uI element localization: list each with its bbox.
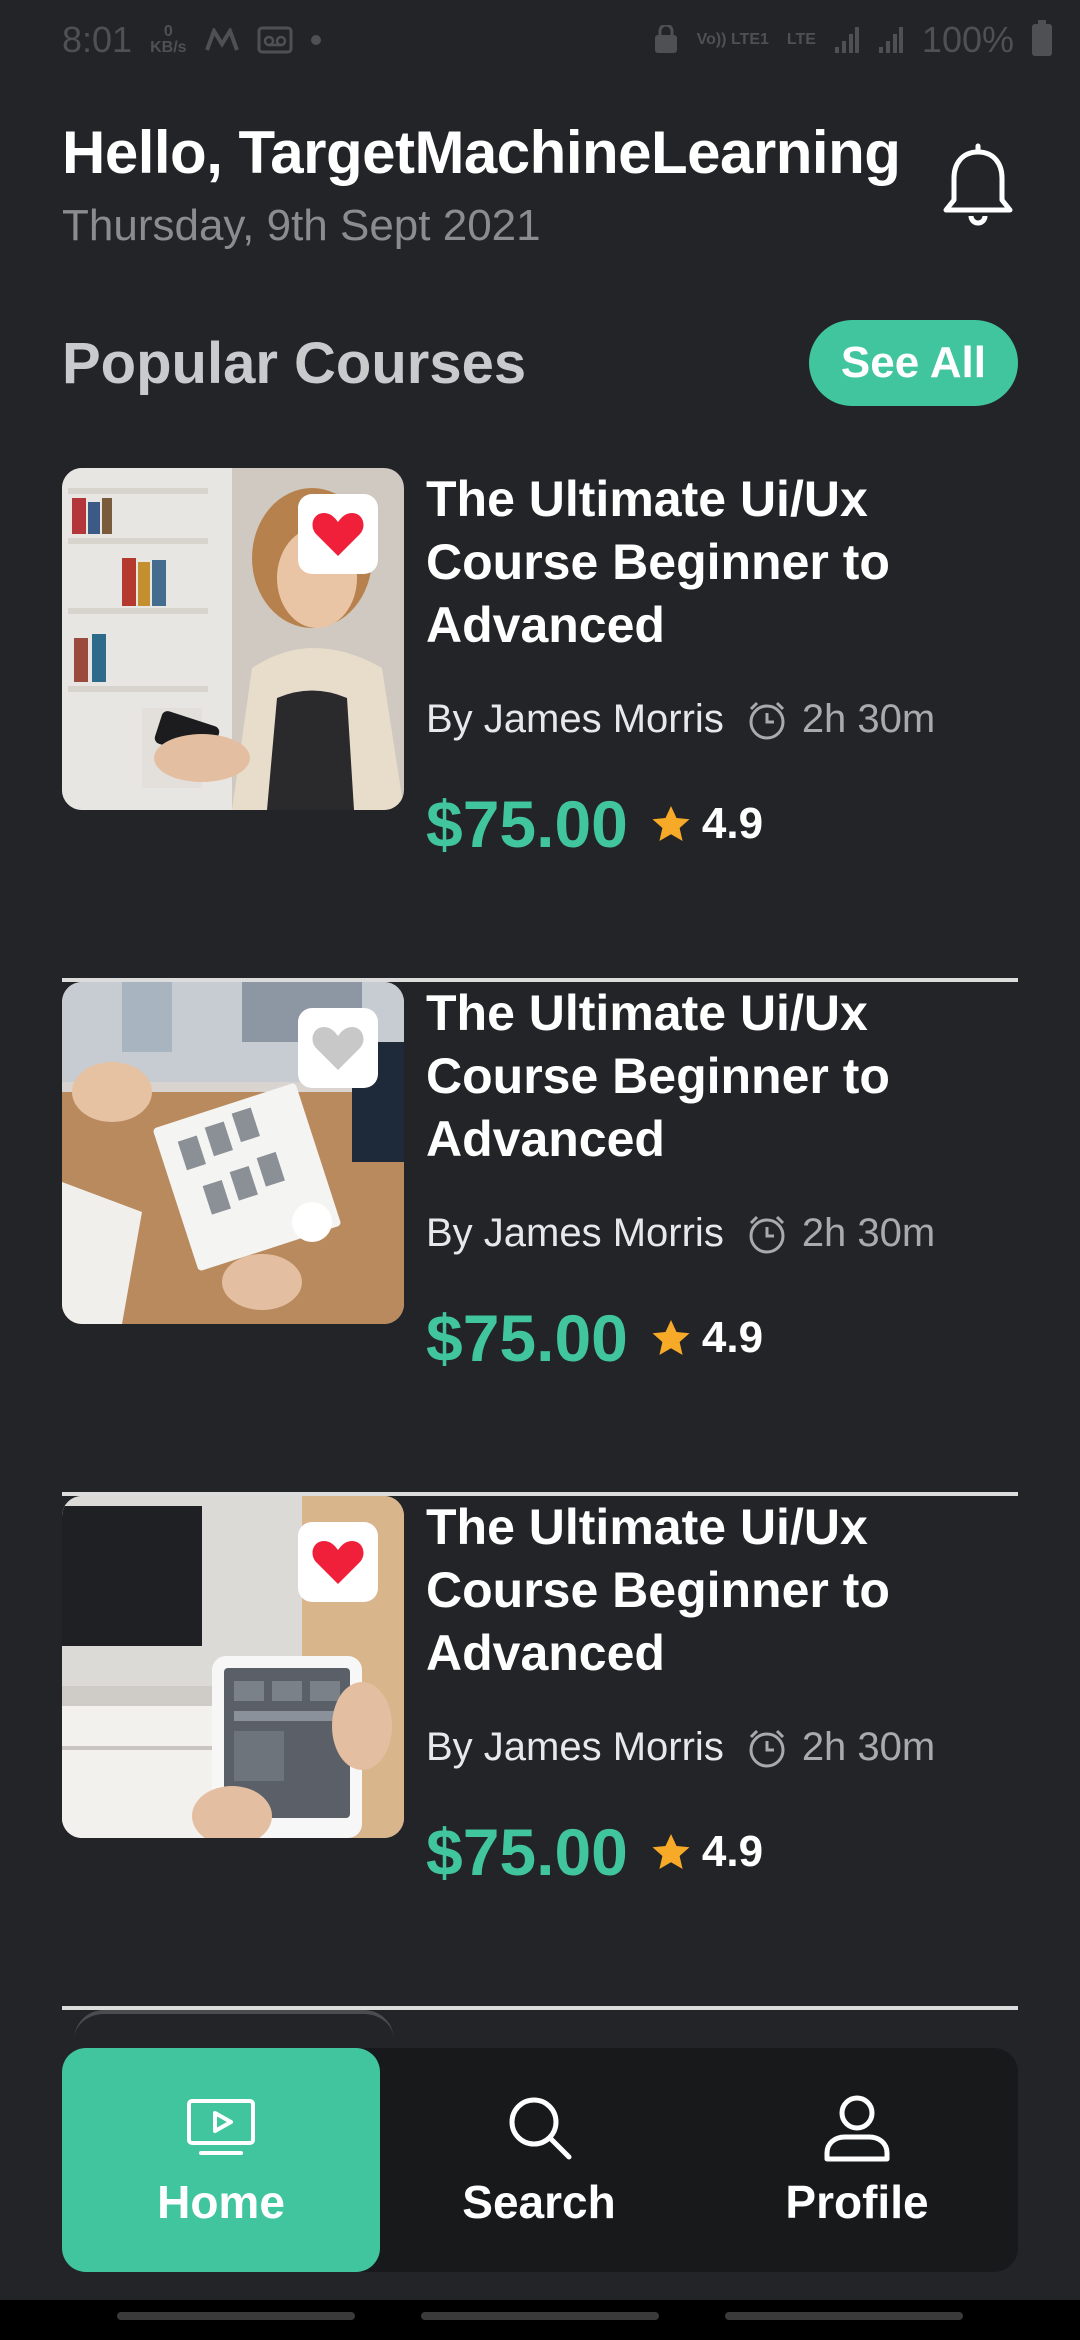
course-thumbnail[interactable] xyxy=(62,1496,404,1838)
signal-icon-2 xyxy=(878,25,904,55)
clock-icon xyxy=(749,1729,785,1767)
price-row: $75.00 4.9 xyxy=(426,786,1018,862)
volte-label: Vo)) LTE1 xyxy=(696,31,769,48)
course-price: $75.00 xyxy=(426,787,628,861)
greeting-title: Hello, TargetMachineLearning xyxy=(62,119,901,186)
favorite-button[interactable] xyxy=(298,494,378,574)
course-price: $75.00 xyxy=(426,1815,628,1889)
nav-home[interactable]: Home xyxy=(62,2048,380,2272)
current-date: Thursday, 9th Sept 2021 xyxy=(62,201,541,250)
course-duration: 2h 30m xyxy=(801,697,936,741)
heart-icon xyxy=(312,1541,364,1584)
course-rating: 4.9 xyxy=(701,799,764,848)
course-duration: 2h 30m xyxy=(801,1725,936,1769)
star-icon xyxy=(652,1320,690,1355)
status-right: Vo)) LTE1 LTE 100% xyxy=(653,19,1052,61)
course-meta: By James Morris 2h 30m xyxy=(426,697,1018,742)
course-info: The Ultimate Ui/Ux Course Beginner to Ad… xyxy=(426,468,1018,862)
favorite-button[interactable] xyxy=(298,1008,378,1088)
user-icon xyxy=(824,2095,890,2162)
gesture-handle[interactable] xyxy=(725,2312,963,2320)
course-title[interactable]: The Ultimate Ui/Ux Course Beginner to Ad… xyxy=(426,468,1018,657)
star-icon xyxy=(652,806,690,841)
course-author: By James Morris xyxy=(426,697,724,741)
course-card[interactable]: The Ultimate Ui/Ux Course Beginner to Ad… xyxy=(62,982,1018,1496)
gesture-handle[interactable] xyxy=(421,2312,659,2320)
notification-dot xyxy=(310,35,321,45)
course-info: The Ultimate Ui/Ux Course Beginner to Ad… xyxy=(426,982,1018,1376)
popular-courses-header: Popular Courses See All xyxy=(62,318,1018,408)
nav-profile-label: Profile xyxy=(785,2176,929,2228)
course-info: The Ultimate Ui/Ux Course Beginner to Ad… xyxy=(426,1496,1018,1890)
heart-icon xyxy=(312,513,364,556)
signal-icon-1 xyxy=(834,25,860,55)
course-card[interactable]: The Ultimate Ui/Ux Course Beginner to Ad… xyxy=(62,468,1018,982)
status-left: 8:01 0 KB/s xyxy=(62,19,321,61)
course-rating: 4.9 xyxy=(701,1827,764,1876)
course-author: By James Morris xyxy=(426,1211,724,1255)
network-speed-value: 0 xyxy=(163,23,173,40)
network-speed-unit: KB/s xyxy=(150,39,187,56)
play-screen-icon xyxy=(187,2099,255,2155)
nav-home-label: Home xyxy=(157,2176,285,2228)
lte-label: LTE xyxy=(786,31,816,48)
course-title[interactable]: The Ultimate Ui/Ux Course Beginner to Ad… xyxy=(426,982,1018,1171)
section-title: Popular Courses xyxy=(62,330,527,396)
course-thumbnail[interactable] xyxy=(62,982,404,1324)
price-row: $75.00 4.9 xyxy=(426,1814,1018,1890)
course-price: $75.00 xyxy=(426,1301,628,1375)
see-all-button[interactable]: See All xyxy=(808,320,1018,406)
alarm-lock-icon xyxy=(653,25,679,55)
status-bar: 8:01 0 KB/s Vo)) LTE1 LTE 100% xyxy=(0,0,1080,80)
heart-outline-icon xyxy=(312,1027,364,1070)
status-time: 8:01 xyxy=(62,19,133,60)
course-rating: 4.9 xyxy=(701,1313,764,1362)
gesture-handle[interactable] xyxy=(117,2312,355,2320)
voicemail-icon xyxy=(257,26,293,54)
nav-search-label: Search xyxy=(462,2176,616,2228)
clock-icon xyxy=(749,701,785,739)
nav-profile[interactable]: Profile xyxy=(698,2048,1016,2272)
network-speed: 0 KB/s xyxy=(150,24,186,56)
course-meta: By James Morris 2h 30m xyxy=(426,1211,1018,1256)
nav-search[interactable]: Search xyxy=(380,2048,698,2272)
system-gesture-bar xyxy=(0,2300,1080,2340)
price-row: $75.00 4.9 xyxy=(426,1300,1018,1376)
course-thumbnail[interactable] xyxy=(62,468,404,810)
star-icon xyxy=(652,1834,690,1869)
battery-percent: 100% xyxy=(921,19,1014,60)
course-duration: 2h 30m xyxy=(801,1211,936,1255)
bell-icon[interactable] xyxy=(938,142,1018,230)
course-card[interactable]: The Ultimate Ui/Ux Course Beginner to Ad… xyxy=(62,1496,1018,2010)
m-app-icon xyxy=(204,28,239,52)
search-icon xyxy=(509,2097,572,2160)
battery-icon xyxy=(1032,20,1052,56)
next-course-card-peek xyxy=(74,2010,394,2050)
course-meta: By James Morris 2h 30m xyxy=(426,1725,1018,1770)
header: Hello, TargetMachineLearning Thursday, 9… xyxy=(62,118,1018,251)
course-list: The Ultimate Ui/Ux Course Beginner to Ad… xyxy=(62,468,1018,2010)
bottom-nav: Home Search Profile xyxy=(62,2048,1018,2272)
favorite-button[interactable] xyxy=(298,1522,378,1602)
clock-icon xyxy=(749,1215,785,1253)
course-title[interactable]: The Ultimate Ui/Ux Course Beginner to Ad… xyxy=(426,1496,1018,1685)
course-author: By James Morris xyxy=(426,1725,724,1769)
